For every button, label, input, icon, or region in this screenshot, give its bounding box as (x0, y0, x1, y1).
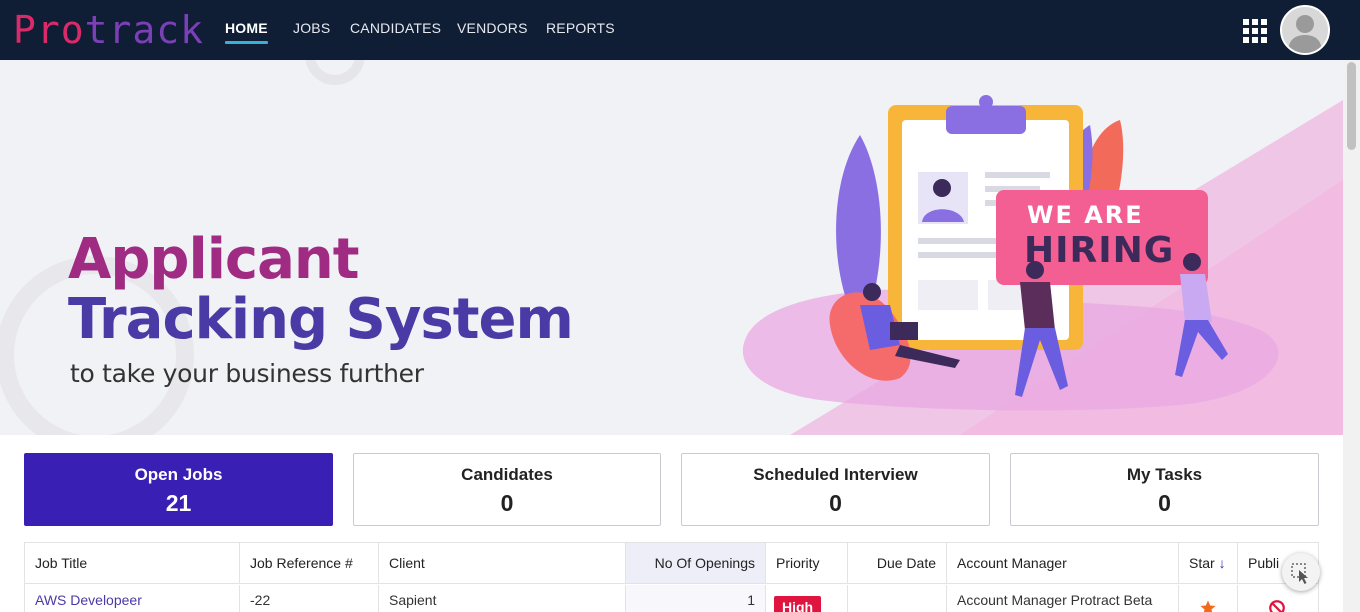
nav-home[interactable]: HOME (225, 20, 268, 36)
column-header-due-date[interactable]: Due Date (848, 543, 947, 584)
cell-openings: 1 (626, 585, 766, 612)
floating-select-tool-button[interactable] (1282, 553, 1320, 591)
nav-jobs[interactable]: JOBS (293, 20, 330, 36)
top-navbar: Protrack HOME JOBS CANDIDATES VENDORS RE… (0, 0, 1360, 60)
stat-value: 0 (1158, 490, 1171, 516)
apps-grid-icon[interactable] (1243, 19, 1267, 43)
column-header-client[interactable]: Client (379, 543, 626, 584)
cell-priority: High (766, 585, 848, 612)
priority-badge: High (774, 596, 822, 612)
stat-value: 0 (500, 490, 514, 516)
cell-job-reference: -22 (240, 585, 379, 612)
cell-job-title[interactable]: AWS Developeer (25, 585, 240, 612)
stat-label: Candidates (461, 465, 553, 484)
stat-label: Open Jobs (134, 465, 223, 484)
column-header-account-manager[interactable]: Account Manager (947, 543, 1179, 584)
column-header-priority[interactable]: Priority (766, 543, 848, 584)
stat-value: 0 (829, 490, 842, 516)
star-icon[interactable] (1199, 599, 1217, 612)
stat-value: 21 (165, 490, 192, 516)
logo-part-a: Pro (13, 8, 85, 52)
sort-desc-icon[interactable]: ↓ (1219, 555, 1226, 571)
column-header-star[interactable]: Star ↓ (1179, 543, 1238, 584)
scrollbar-thumb[interactable] (1347, 62, 1356, 150)
page-scrollbar[interactable] (1343, 60, 1360, 612)
stat-card-scheduled-interview[interactable]: Scheduled Interview 0 (681, 453, 990, 526)
banner-title-line2: Tracking System (68, 287, 574, 352)
protrack-logo[interactable]: Protrack (13, 10, 204, 50)
nav-candidates[interactable]: CANDIDATES (350, 20, 441, 36)
stat-card-my-tasks[interactable]: My Tasks 0 (1010, 453, 1319, 526)
cell-account-manager: Account Manager Protract Beta (947, 585, 1179, 612)
stat-card-candidates[interactable]: Candidates 0 (353, 453, 661, 526)
cursor-select-icon (1291, 563, 1308, 584)
avatar-silhouette-icon (1288, 15, 1322, 53)
logo-part-b: track (84, 8, 205, 52)
nav-reports[interactable]: REPORTS (546, 20, 615, 36)
column-header-job-reference[interactable]: Job Reference # (240, 543, 379, 584)
stat-label: Scheduled Interview (753, 465, 918, 484)
banner-title-line1: Applicant (68, 227, 360, 292)
cell-star (1179, 585, 1238, 612)
nav-vendors[interactable]: VENDORS (457, 20, 528, 36)
active-nav-indicator (225, 41, 268, 44)
cell-client: Sapient (379, 585, 626, 612)
jobs-table: Job Title Job Reference # Client No Of O… (24, 542, 1319, 612)
cell-due-date (848, 585, 947, 612)
user-avatar[interactable] (1280, 5, 1330, 55)
hero-banner: WE ARE HIRING Applicant Tracking System … (0, 60, 1343, 435)
column-header-job-title[interactable]: Job Title (25, 543, 240, 584)
svg-text:WE ARE: WE ARE (1027, 201, 1144, 229)
not-published-icon[interactable] (1268, 599, 1286, 612)
column-star-label: Star (1189, 555, 1215, 571)
banner-subtitle: to take your business further (70, 359, 424, 388)
svg-text:HIRING: HIRING (1024, 230, 1174, 271)
column-header-openings[interactable]: No Of Openings (626, 543, 766, 584)
stat-card-open-jobs[interactable]: Open Jobs 21 (24, 453, 333, 526)
stat-label: My Tasks (1126, 465, 1203, 484)
